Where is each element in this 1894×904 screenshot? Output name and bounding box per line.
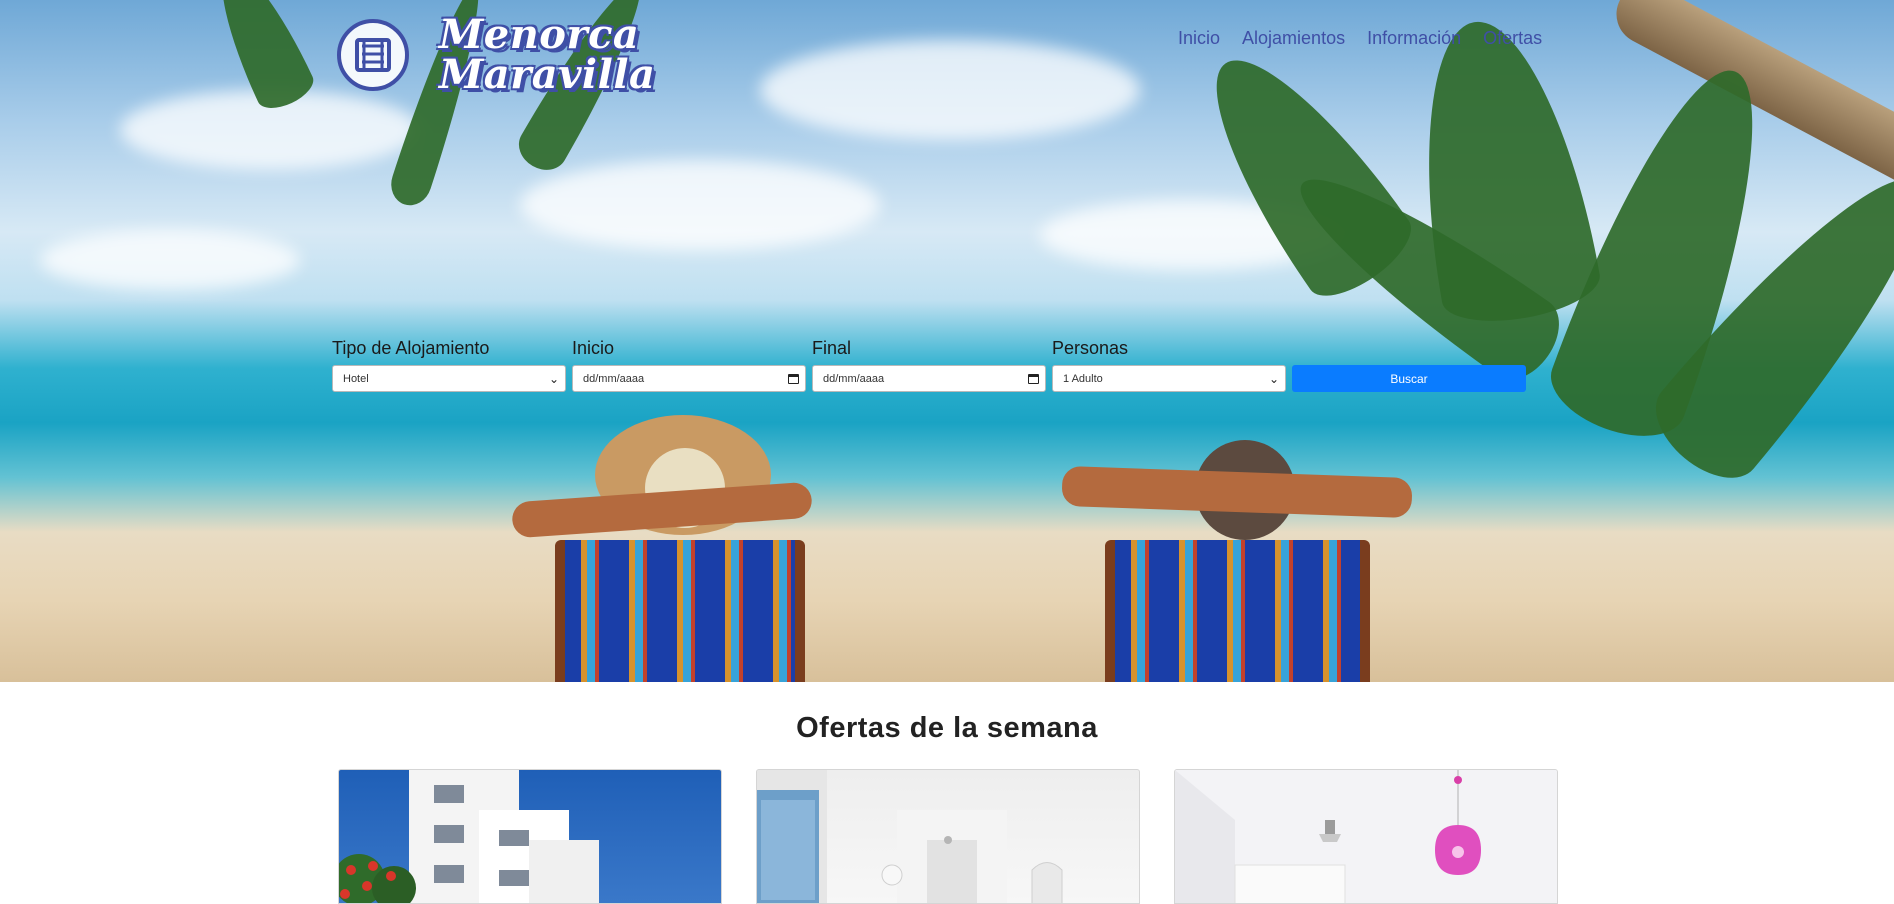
deck-chair xyxy=(1105,540,1370,682)
nav-link-ofertas[interactable]: Ofertas xyxy=(1483,28,1542,49)
calendar-icon[interactable] xyxy=(788,373,799,384)
deck-chair xyxy=(555,540,805,682)
type-label: Tipo de Alojamiento xyxy=(332,338,490,358)
cloud xyxy=(40,230,300,290)
logo-mark-icon xyxy=(337,19,409,91)
offer-card[interactable] xyxy=(1174,769,1558,904)
start-date-label: Inicio xyxy=(572,338,615,358)
type-select-value: Hotel xyxy=(343,372,369,385)
end-date-label: Final xyxy=(812,338,852,358)
type-select[interactable]: Hotel ⌄ xyxy=(332,365,566,392)
brand-name: Menorca Maravilla xyxy=(439,15,655,95)
brand-name-line1: Menorca xyxy=(439,11,640,58)
arm xyxy=(1061,465,1413,519)
end-date-placeholder: dd/mm/aaaa xyxy=(823,372,885,385)
start-date-field: Inicio dd/mm/aaaa xyxy=(572,338,806,392)
type-field: Tipo de Alojamiento Hotel ⌄ xyxy=(332,338,566,392)
offer-image-hotel xyxy=(339,770,599,903)
cloud xyxy=(520,160,880,250)
search-button[interactable]: Buscar xyxy=(1292,365,1526,392)
end-date-field: Final dd/mm/aaaa xyxy=(812,338,1046,392)
offers-title: Ofertas de la semana xyxy=(796,712,1098,744)
people-select[interactable]: 1 Adulto ⌄ xyxy=(1052,365,1286,392)
chevron-down-icon: ⌄ xyxy=(1268,371,1279,386)
people-label: Personas xyxy=(1052,338,1129,358)
start-date-placeholder: dd/mm/aaaa xyxy=(583,372,645,385)
offer-card[interactable] xyxy=(338,769,722,904)
nav-link-alojamientos[interactable]: Alojamientos xyxy=(1242,28,1345,49)
calendar-icon[interactable] xyxy=(1028,373,1039,384)
offer-image-hallway xyxy=(757,770,1063,903)
main-nav: Inicio Alojamientos Información Ofertas xyxy=(1178,28,1542,49)
people-field: Personas 1 Adulto ⌄ xyxy=(1052,338,1286,392)
search-form: Tipo de Alojamiento Hotel ⌄ Inicio dd/mm… xyxy=(332,338,1526,392)
people-select-value: 1 Adulto xyxy=(1063,372,1103,385)
offer-image-bedroom xyxy=(1175,770,1557,903)
cloud xyxy=(760,40,1140,140)
chevron-down-icon: ⌄ xyxy=(548,371,559,386)
nav-link-informacion[interactable]: Información xyxy=(1367,28,1461,49)
end-date-input[interactable]: dd/mm/aaaa xyxy=(812,365,1046,392)
start-date-input[interactable]: dd/mm/aaaa xyxy=(572,365,806,392)
offer-card[interactable] xyxy=(756,769,1140,904)
nav-link-inicio[interactable]: Inicio xyxy=(1178,28,1220,49)
brand-logo[interactable]: Menorca Maravilla xyxy=(337,15,655,95)
brand-name-line2: Maravilla xyxy=(439,51,656,98)
